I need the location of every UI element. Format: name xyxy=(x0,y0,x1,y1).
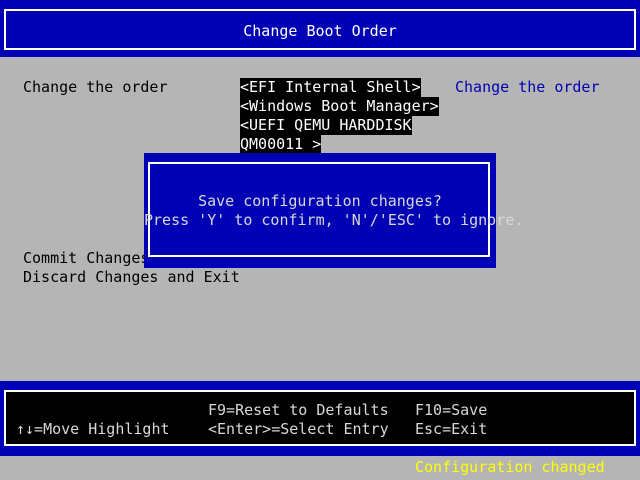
discard-changes-exit-option[interactable]: Discard Changes and Exit xyxy=(23,268,240,287)
bios-screen: Change Boot Order Change the order <EFI … xyxy=(0,0,640,480)
save-confirm-dialog[interactable]: Save configuration changes? Press 'Y' to… xyxy=(144,153,524,268)
dialog-instructions: Press 'Y' to confirm, 'N'/'ESC' to ignor… xyxy=(144,211,524,229)
boot-order-list[interactable]: <EFI Internal Shell> <Windows Boot Manag… xyxy=(240,78,440,154)
f9-reset-hint: F9=Reset to Defaults xyxy=(208,401,389,419)
f10-save-hint: F10=Save xyxy=(415,401,488,419)
status-message: Configuration changed xyxy=(415,458,605,476)
move-highlight-hint: ↑↓=Move Highlight xyxy=(16,420,170,438)
page-title: Change Boot Order xyxy=(243,22,397,40)
dialog-message: Save configuration changes? xyxy=(198,192,442,210)
help-text: Change the order xyxy=(455,78,600,96)
commit-changes-option[interactable]: Commit Changes xyxy=(23,249,149,268)
boot-option-efi-shell[interactable]: <EFI Internal Shell> xyxy=(240,78,421,97)
header-frame: Change Boot Order xyxy=(4,9,636,50)
esc-exit-hint: Esc=Exit xyxy=(415,420,488,438)
boot-option-qemu-harddisk-cont[interactable]: QM00011 > xyxy=(240,135,322,154)
change-order-label[interactable]: Change the order xyxy=(23,78,168,97)
header-bar: Change Boot Order xyxy=(0,0,640,57)
boot-option-qemu-harddisk[interactable]: <UEFI QEMU HARDDISK xyxy=(240,116,412,135)
boot-option-windows-boot-manager[interactable]: <Windows Boot Manager> xyxy=(240,97,439,116)
enter-select-hint: <Enter>=Select Entry xyxy=(208,420,389,438)
